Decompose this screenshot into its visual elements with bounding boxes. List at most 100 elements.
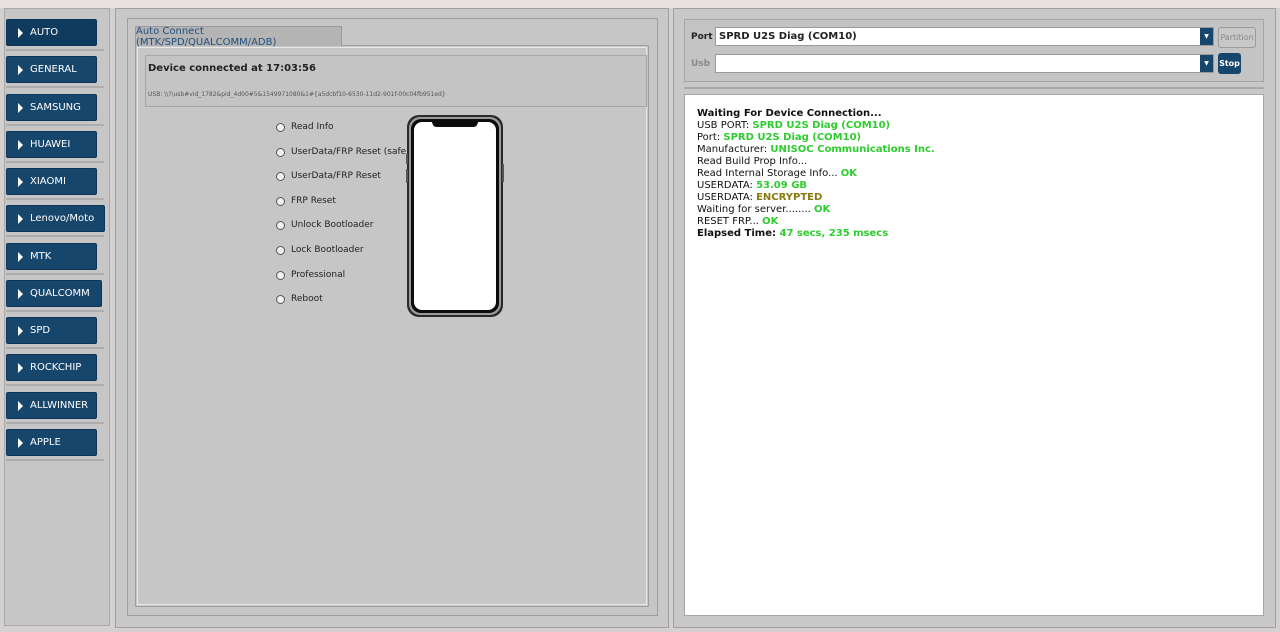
sidebar-item-qualcomm[interactable]: QUALCOMM	[6, 280, 102, 307]
sidebar-item-label: HUAWEI	[30, 139, 71, 150]
port-select-value: SPRD U2S Diag (COM10)	[719, 31, 857, 42]
radio-button[interactable]	[276, 196, 285, 206]
log-value: OK	[814, 204, 831, 215]
log-line-usb-port: USB PORT: SPRD U2S Diag (COM10)	[697, 120, 890, 132]
option-label: Unlock Bootloader	[291, 220, 374, 230]
divider	[6, 310, 104, 312]
log-value: ENCRYPTED	[756, 192, 823, 203]
option-userdata-frp-reset-safe[interactable]: UserData/FRP Reset (safe)	[276, 145, 410, 159]
partition-button[interactable]: Partition	[1218, 27, 1256, 48]
stop-button[interactable]: Stop	[1218, 53, 1241, 74]
log-label: Read Internal Storage Info...	[697, 168, 841, 179]
tab-auto-connect[interactable]: Auto Connect (MTK/SPD/QUALCOMM/ADB)	[135, 26, 342, 48]
log-line-waiting: Waiting For Device Connection...	[697, 108, 882, 119]
log-value: OK	[840, 168, 858, 179]
log-value: UNISOC Communications Inc.	[770, 144, 935, 155]
log-line-userdata-encryption: USERDATA: ENCRYPTED	[697, 192, 822, 204]
arrow-right-icon	[18, 362, 23, 373]
port-label: Port	[691, 32, 713, 42]
option-lock-bootloader[interactable]: Lock Bootloader	[276, 243, 364, 257]
radio-button[interactable]	[276, 147, 285, 157]
option-read-info[interactable]: Read Info	[276, 120, 334, 134]
arrow-right-icon	[18, 176, 23, 187]
divider	[6, 198, 104, 200]
radio-button[interactable]	[276, 294, 285, 304]
usb-select[interactable]: ▼	[715, 54, 1214, 73]
radio-button[interactable]	[276, 270, 285, 280]
sidebar-item-label: ROCKCHIP	[30, 362, 82, 373]
sidebar-item-label: ALLWINNER	[30, 400, 89, 411]
option-label: FRP Reset	[291, 196, 336, 206]
divider	[6, 273, 104, 275]
arrow-right-icon	[18, 27, 23, 38]
sidebar-item-allwinner[interactable]: ALLWINNER	[6, 392, 97, 419]
log-line-port: Port: SPRD U2S Diag (COM10)	[697, 132, 861, 144]
option-unlock-bootloader[interactable]: Unlock Bootloader	[276, 218, 374, 232]
option-professional[interactable]: Professional	[276, 268, 345, 282]
log-label: Waiting for server........	[697, 204, 814, 215]
top-strip	[0, 0, 1280, 8]
option-frp-reset[interactable]: FRP Reset	[276, 194, 336, 208]
sidebar-item-auto[interactable]: AUTO	[6, 19, 97, 46]
log-value: SPRD U2S Diag (COM10)	[752, 120, 891, 131]
log-value: 53.09 GB	[756, 180, 808, 191]
sidebar-item-huawei[interactable]: HUAWEI	[6, 131, 97, 158]
log-label: Elapsed Time:	[697, 228, 780, 239]
log-line-reset-frp: RESET FRP... OK	[697, 216, 778, 228]
chevron-down-icon[interactable]: ▼	[1200, 55, 1213, 72]
arrow-right-icon	[18, 213, 23, 224]
sidebar-item-label: MTK	[30, 251, 52, 262]
device-usb-path: USB: \\?\usb#vid_1782&pid_4d00#5&1549971…	[148, 91, 446, 98]
log-value: OK	[762, 216, 779, 227]
log-label: Manufacturer:	[697, 144, 771, 155]
sidebar-item-label: APPLE	[30, 437, 61, 448]
log-label: USERDATA:	[697, 180, 757, 191]
log-label: USB PORT:	[697, 120, 753, 131]
divider	[6, 384, 104, 386]
device-connected-title: Device connected at 17:03:56	[148, 63, 316, 74]
log-label: RESET FRP...	[697, 216, 763, 227]
sidebar-item-samsung[interactable]: SAMSUNG	[6, 94, 97, 121]
log-label: Port:	[697, 132, 724, 143]
arrow-right-icon	[18, 288, 23, 299]
sidebar-item-label: Lenovo/Moto	[30, 213, 95, 224]
usb-label: Usb	[691, 59, 711, 69]
arrow-right-icon	[18, 437, 23, 448]
sidebar-item-xiaomi[interactable]: XIAOMI	[6, 168, 97, 195]
radio-button[interactable]	[276, 245, 285, 255]
log-value: SPRD U2S Diag (COM10)	[723, 132, 862, 143]
option-label: UserData/FRP Reset	[291, 171, 381, 181]
sidebar-item-mtk[interactable]: MTK	[6, 243, 97, 270]
radio-button[interactable]	[276, 220, 285, 230]
port-select[interactable]: SPRD U2S Diag (COM10) ▼	[715, 27, 1214, 46]
arrow-right-icon	[18, 251, 23, 262]
arrow-right-icon	[18, 400, 23, 411]
radio-button[interactable]	[276, 122, 285, 132]
sidebar-item-lenovo-moto[interactable]: Lenovo/Moto	[6, 205, 105, 232]
option-label: Lock Bootloader	[291, 245, 364, 255]
log-line-server: Waiting for server........ OK	[697, 204, 830, 216]
sidebar-item-spd[interactable]: SPD	[6, 317, 97, 344]
sidebar-item-label: QUALCOMM	[30, 288, 90, 299]
chevron-down-icon[interactable]: ▼	[1200, 28, 1213, 45]
sidebar-item-label: SAMSUNG	[30, 102, 81, 113]
sidebar-item-apple[interactable]: APPLE	[6, 429, 97, 456]
log-value: 47 secs, 235 msecs	[779, 228, 889, 239]
radio-button[interactable]	[276, 171, 285, 181]
log-line-storage: Read Internal Storage Info... OK	[697, 168, 857, 180]
option-label: Professional	[291, 270, 346, 280]
option-userdata-frp-reset[interactable]: UserData/FRP Reset	[276, 169, 381, 183]
arrow-right-icon	[18, 64, 23, 75]
option-label: UserData/FRP Reset (safe)	[291, 147, 410, 157]
divider	[6, 347, 104, 349]
sidebar-item-label: GENERAL	[30, 64, 77, 75]
sidebar-item-label: XIAOMI	[30, 176, 66, 187]
option-label: Read Info	[291, 122, 334, 132]
phone-icon	[406, 115, 504, 317]
log-line-manufacturer: Manufacturer: UNISOC Communications Inc.	[697, 144, 935, 156]
sidebar-item-rockchip[interactable]: ROCKCHIP	[6, 354, 97, 381]
tab-page-inner	[137, 47, 647, 605]
option-reboot[interactable]: Reboot	[276, 292, 323, 306]
sidebar-item-general[interactable]: GENERAL	[6, 56, 97, 83]
log-line-elapsed: Elapsed Time: 47 secs, 235 msecs	[697, 228, 888, 240]
